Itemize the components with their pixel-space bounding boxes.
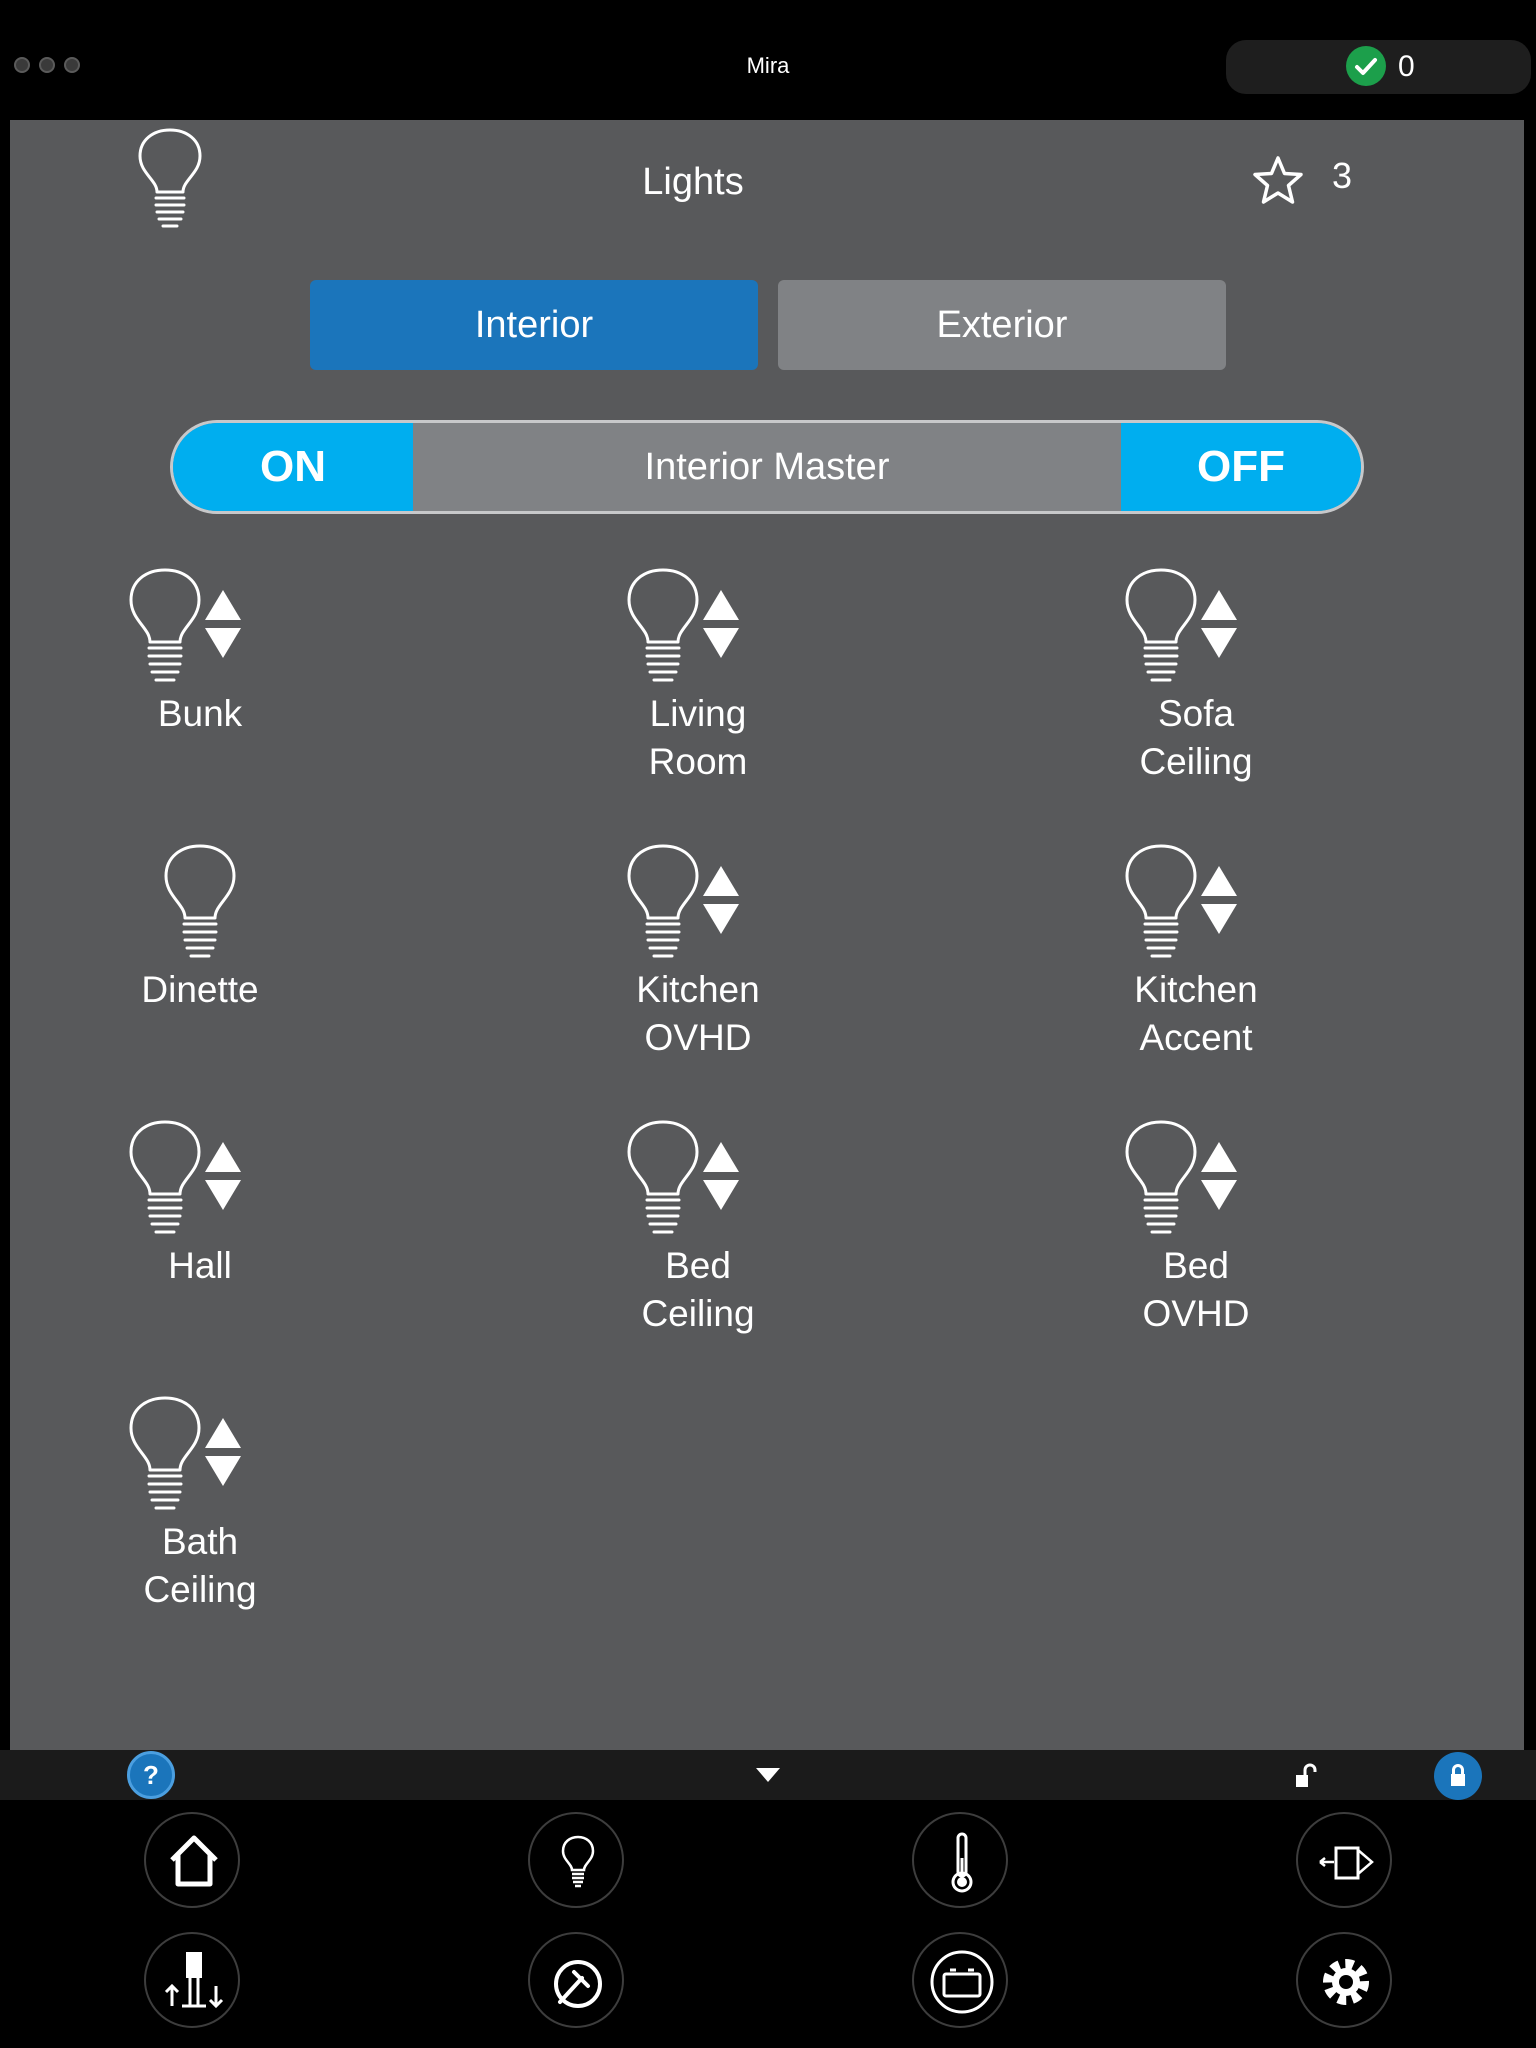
- light-tile[interactable]: Kitchen OVHD: [573, 844, 873, 1084]
- light-name: Dinette: [141, 969, 259, 1010]
- light-name: Bunk: [157, 693, 243, 734]
- light-name: Kitchen Accent: [1134, 969, 1258, 1058]
- light-name: Kitchen OVHD: [636, 969, 760, 1058]
- dimmer-arrows-icon[interactable]: [203, 1416, 243, 1488]
- light-name: Bed Ceiling: [641, 1245, 755, 1334]
- lightbulb-icon: [627, 1120, 699, 1234]
- lightbulb-icon: [129, 1396, 201, 1510]
- master-off-button[interactable]: OFF: [1121, 423, 1361, 511]
- light-name: Sofa Ceiling: [1139, 693, 1253, 782]
- favorites-count: 3: [1332, 155, 1353, 196]
- lightbulb-icon: [129, 568, 201, 682]
- thermometer-icon: [951, 1832, 973, 1893]
- light-name: Bed OVHD: [1142, 1245, 1250, 1334]
- lightbulb-icon: [1125, 1120, 1197, 1234]
- dimmer-arrows-icon[interactable]: [1199, 864, 1239, 936]
- light-tile[interactable]: Kitchen Accent: [1071, 844, 1371, 1084]
- lightbulb-icon: [1125, 568, 1197, 682]
- light-tile[interactable]: Dinette: [75, 844, 375, 1084]
- light-tile[interactable]: Bath Ceiling: [75, 1396, 375, 1636]
- nav-button-lightbulb[interactable]: [528, 1812, 624, 1908]
- nav-button-slide-out[interactable]: [1296, 1812, 1392, 1908]
- home-icon: [170, 1835, 218, 1887]
- light-name: Hall: [168, 1245, 232, 1286]
- nav-button-settings-gear[interactable]: [1296, 1932, 1392, 2028]
- nav-button-generator[interactable]: [528, 1932, 624, 2028]
- light-tile[interactable]: Bed OVHD: [1071, 1120, 1371, 1360]
- dimmer-arrows-icon[interactable]: [203, 588, 243, 660]
- battery-icon: [930, 1950, 994, 2014]
- light-tile[interactable]: Hall: [75, 1120, 375, 1360]
- help-button[interactable]: ?: [127, 1751, 175, 1799]
- dimmer-arrows-icon[interactable]: [701, 588, 741, 660]
- status-indicator[interactable]: 0: [1226, 40, 1531, 94]
- light-tile[interactable]: Bed Ceiling: [573, 1120, 873, 1360]
- lightbulb-icon: [129, 1120, 201, 1234]
- light-tile[interactable]: Living Room: [573, 568, 873, 808]
- nav-button-battery[interactable]: [912, 1932, 1008, 2028]
- dimmer-arrows-icon[interactable]: [701, 864, 741, 936]
- lock-icon: [1451, 1764, 1465, 1786]
- master-label: Interior Master: [644, 445, 890, 488]
- dimmer-arrows-icon[interactable]: [1199, 588, 1239, 660]
- interior-master-control: ON Interior Master OFF: [170, 420, 1364, 514]
- star-icon[interactable]: [1250, 154, 1306, 210]
- lightbulb-icon: [1125, 844, 1197, 958]
- light-tile[interactable]: Bunk: [75, 568, 375, 808]
- tab-exterior[interactable]: Exterior: [778, 280, 1226, 370]
- dimmer-arrows-icon[interactable]: [701, 1140, 741, 1212]
- title-bar: Mira 0: [0, 0, 1536, 96]
- light-name: Bath Ceiling: [143, 1521, 257, 1610]
- leveling-jacks-icon: [164, 1952, 224, 2009]
- master-on-button[interactable]: ON: [173, 423, 413, 511]
- dimmer-arrows-icon[interactable]: [1199, 1140, 1239, 1212]
- light-name: Living Room: [648, 693, 748, 782]
- settings-gear-icon: [1323, 1959, 1369, 2005]
- lightbulb-icon: [561, 1835, 595, 1888]
- generator-icon: [554, 1960, 602, 2008]
- lightbulb-icon: [164, 844, 236, 958]
- dimmer-arrows-icon[interactable]: [203, 1140, 243, 1212]
- lights-panel: Lights 3 Interior Exterior ON Interior M…: [10, 120, 1524, 1750]
- nav-button-thermometer[interactable]: [912, 1812, 1008, 1908]
- lock-button[interactable]: [1434, 1752, 1482, 1800]
- collapse-triangle-icon[interactable]: [756, 1768, 780, 1784]
- check-icon: [1346, 46, 1386, 86]
- nav-button-home[interactable]: [144, 1812, 240, 1908]
- nav-button-leveling-jacks[interactable]: [144, 1932, 240, 2028]
- tab-interior[interactable]: Interior: [310, 280, 758, 370]
- light-tile[interactable]: Sofa Ceiling: [1071, 568, 1371, 808]
- status-count: 0: [1398, 50, 1415, 83]
- lightbulb-icon: [627, 844, 699, 958]
- page-title: Lights: [642, 161, 744, 203]
- unlock-icon[interactable]: [1294, 1763, 1318, 1789]
- lightbulb-icon: [627, 568, 699, 682]
- slide-out-icon: [1319, 1846, 1374, 1880]
